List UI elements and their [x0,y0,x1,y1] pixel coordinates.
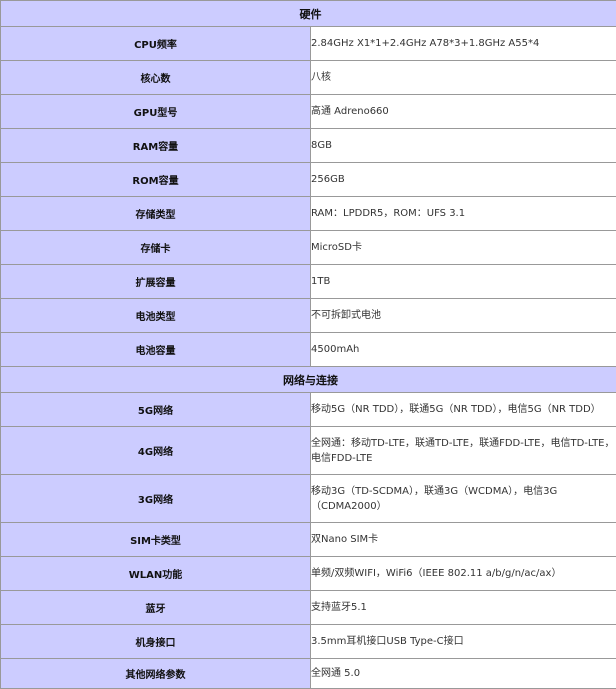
row-value: 移动3G（TD-SCDMA），联通3G（WCDMA），电信3G（CDMA2000… [310,474,616,523]
row-label: SIM卡类型 [0,522,311,557]
spec-table: 硬件 CPU频率 2.84GHz X1*1+2.4GHz A78*3+1.8GH… [0,0,616,689]
row-value: 3.5mm耳机接口USB Type-C接口 [310,624,616,659]
row-value: 移动5G（NR TDD），联通5G（NR TDD），电信5G（NR TDD） [310,392,616,427]
table-row: 3G网络 移动3G（TD-SCDMA），联通3G（WCDMA），电信3G（CDM… [0,474,616,523]
row-value: 双Nano SIM卡 [310,522,616,557]
table-row: WLAN功能 单频/双频WIFI，WiFi6（IEEE 802.11 a/b/g… [0,556,616,591]
row-label: CPU频率 [0,26,311,61]
table-row: 存储类型 RAM：LPDDR5，ROM：UFS 3.1 [0,196,616,231]
table-row: 电池类型 不可拆卸式电池 [0,298,616,333]
table-row: 电池容量 4500mAh [0,332,616,367]
row-label: 核心数 [0,60,311,95]
row-value: RAM：LPDDR5，ROM：UFS 3.1 [310,196,616,231]
table-row: 其他网络参数 全网通 5.0 [0,658,616,689]
section-title: 网络与连接 [0,366,616,393]
row-value: MicroSD卡 [310,230,616,265]
row-value: 全网通：移动TD-LTE，联通TD-LTE，联通FDD-LTE，电信TD-LTE… [310,426,616,475]
row-label: 5G网络 [0,392,311,427]
row-label: ROM容量 [0,162,311,197]
table-row: 4G网络 全网通：移动TD-LTE，联通TD-LTE，联通FDD-LTE，电信T… [0,426,616,475]
row-label: 存储类型 [0,196,311,231]
row-label: 机身接口 [0,624,311,659]
section-header-network: 网络与连接 [0,366,616,393]
row-label: 存储卡 [0,230,311,265]
row-value: 8GB [310,128,616,163]
row-value: 1TB [310,264,616,299]
table-row: 扩展容量 1TB [0,264,616,299]
table-row: ROM容量 256GB [0,162,616,197]
row-label: 其他网络参数 [0,658,311,689]
row-label: RAM容量 [0,128,311,163]
row-label: 电池类型 [0,298,311,333]
row-value: 支持蓝牙5.1 [310,590,616,625]
row-label: WLAN功能 [0,556,311,591]
row-label: 3G网络 [0,474,311,523]
row-value: 256GB [310,162,616,197]
table-row: GPU型号 高通 Adreno660 [0,94,616,129]
row-label: 蓝牙 [0,590,311,625]
spec-table-container: 硬件 CPU频率 2.84GHz X1*1+2.4GHz A78*3+1.8GH… [0,0,616,689]
table-row: RAM容量 8GB [0,128,616,163]
row-value: 八核 [310,60,616,95]
row-value: 全网通 5.0 [310,658,616,689]
table-row: SIM卡类型 双Nano SIM卡 [0,522,616,557]
table-row: 存储卡 MicroSD卡 [0,230,616,265]
row-value: 不可拆卸式电池 [310,298,616,333]
table-row: CPU频率 2.84GHz X1*1+2.4GHz A78*3+1.8GHz A… [0,26,616,61]
row-value: 4500mAh [310,332,616,367]
section-title: 硬件 [0,0,616,27]
table-row: 核心数 八核 [0,60,616,95]
table-row: 5G网络 移动5G（NR TDD），联通5G（NR TDD），电信5G（NR T… [0,392,616,427]
table-row: 蓝牙 支持蓝牙5.1 [0,590,616,625]
table-row: 机身接口 3.5mm耳机接口USB Type-C接口 [0,624,616,659]
section-header-hardware: 硬件 [0,0,616,27]
row-label: 扩展容量 [0,264,311,299]
row-label: 4G网络 [0,426,311,475]
row-value: 单频/双频WIFI，WiFi6（IEEE 802.11 a/b/g/n/ac/a… [310,556,616,591]
row-value: 2.84GHz X1*1+2.4GHz A78*3+1.8GHz A55*4 [310,26,616,61]
row-value: 高通 Adreno660 [310,94,616,129]
row-label: 电池容量 [0,332,311,367]
row-label: GPU型号 [0,94,311,129]
